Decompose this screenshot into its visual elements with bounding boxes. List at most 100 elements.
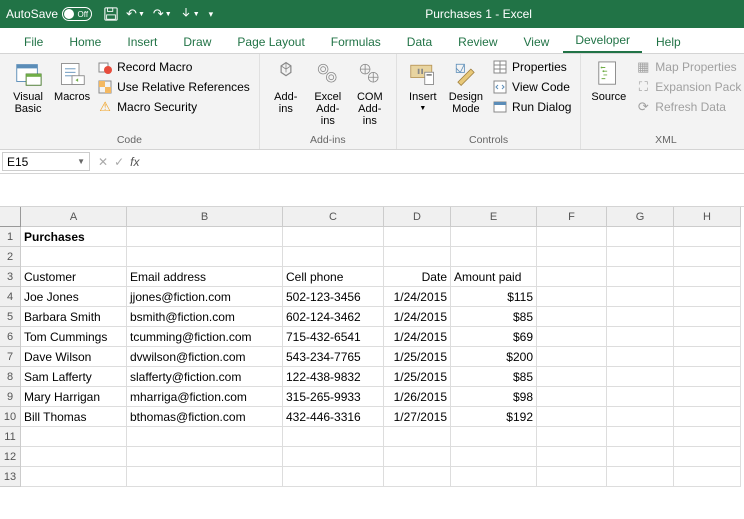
excel-addins-button[interactable]: Excel Add-ins <box>308 57 348 134</box>
cell-D8[interactable]: 1/25/2015 <box>384 367 451 387</box>
tab-draw[interactable]: Draw <box>171 30 223 53</box>
cell-G1[interactable] <box>607 227 674 247</box>
cell-A5[interactable]: Barbara Smith <box>21 307 127 327</box>
row-header-8[interactable]: 8 <box>0 367 21 387</box>
tab-data[interactable]: Data <box>395 30 444 53</box>
cell-E12[interactable] <box>451 447 537 467</box>
cell-E2[interactable] <box>451 247 537 267</box>
tab-developer[interactable]: Developer <box>563 28 642 53</box>
cell-B6[interactable]: tcumming@fiction.com <box>127 327 283 347</box>
map-properties-button[interactable]: ▦Map Properties <box>632 57 744 77</box>
cell-D9[interactable]: 1/26/2015 <box>384 387 451 407</box>
expansion-packs-button[interactable]: ⛶Expansion Pack <box>632 77 744 97</box>
cell-E4[interactable]: $115 <box>451 287 537 307</box>
cell-A8[interactable]: Sam Lafferty <box>21 367 127 387</box>
cell-F8[interactable] <box>537 367 607 387</box>
tab-page-layout[interactable]: Page Layout <box>225 30 316 53</box>
cell-H12[interactable] <box>674 447 741 467</box>
cell-C10[interactable]: 432-446-3316 <box>283 407 384 427</box>
qat-customize-icon[interactable]: ▾ <box>208 9 214 20</box>
cell-F6[interactable] <box>537 327 607 347</box>
row-header-6[interactable]: 6 <box>0 327 21 347</box>
cell-A7[interactable]: Dave Wilson <box>21 347 127 367</box>
col-header-F[interactable]: F <box>537 207 607 227</box>
save-icon[interactable] <box>104 7 118 21</box>
formula-input[interactable] <box>145 150 744 173</box>
cell-B11[interactable] <box>127 427 283 447</box>
col-header-D[interactable]: D <box>384 207 451 227</box>
cell-G10[interactable] <box>607 407 674 427</box>
cell-F12[interactable] <box>537 447 607 467</box>
cell-H4[interactable] <box>674 287 741 307</box>
cell-D11[interactable] <box>384 427 451 447</box>
cell-D12[interactable] <box>384 447 451 467</box>
cell-E5[interactable]: $85 <box>451 307 537 327</box>
fx-icon[interactable]: fx <box>130 155 139 169</box>
cell-D7[interactable]: 1/25/2015 <box>384 347 451 367</box>
cell-G5[interactable] <box>607 307 674 327</box>
row-header-2[interactable]: 2 <box>0 247 21 267</box>
row-header-10[interactable]: 10 <box>0 407 21 427</box>
cell-D10[interactable]: 1/27/2015 <box>384 407 451 427</box>
tab-view[interactable]: View <box>512 30 562 53</box>
cell-D6[interactable]: 1/24/2015 <box>384 327 451 347</box>
cell-G9[interactable] <box>607 387 674 407</box>
cell-H10[interactable] <box>674 407 741 427</box>
cell-H7[interactable] <box>674 347 741 367</box>
cell-B13[interactable] <box>127 467 283 487</box>
cell-G13[interactable] <box>607 467 674 487</box>
cell-C3[interactable]: Cell phone <box>283 267 384 287</box>
cell-B12[interactable] <box>127 447 283 467</box>
touch-mode-icon[interactable]: ▼ <box>180 7 200 21</box>
cell-A13[interactable] <box>21 467 127 487</box>
design-mode-button[interactable]: Design Mode <box>445 57 487 134</box>
cell-B8[interactable]: slafferty@fiction.com <box>127 367 283 387</box>
cell-F4[interactable] <box>537 287 607 307</box>
cell-A3[interactable]: Customer <box>21 267 127 287</box>
cell-H13[interactable] <box>674 467 741 487</box>
tab-review[interactable]: Review <box>446 30 509 53</box>
cell-A12[interactable] <box>21 447 127 467</box>
com-addins-button[interactable]: COM Add-ins <box>350 57 390 134</box>
properties-button[interactable]: Properties <box>489 57 574 77</box>
cell-C13[interactable] <box>283 467 384 487</box>
cell-A9[interactable]: Mary Harrigan <box>21 387 127 407</box>
cell-G7[interactable] <box>607 347 674 367</box>
row-header-13[interactable]: 13 <box>0 467 21 487</box>
cell-E1[interactable] <box>451 227 537 247</box>
cell-E6[interactable]: $69 <box>451 327 537 347</box>
cell-E13[interactable] <box>451 467 537 487</box>
cell-H8[interactable] <box>674 367 741 387</box>
cell-B1[interactable] <box>127 227 283 247</box>
row-header-3[interactable]: 3 <box>0 267 21 287</box>
cell-F11[interactable] <box>537 427 607 447</box>
cell-E8[interactable]: $85 <box>451 367 537 387</box>
cell-H1[interactable] <box>674 227 741 247</box>
cell-G12[interactable] <box>607 447 674 467</box>
cell-F10[interactable] <box>537 407 607 427</box>
cell-G11[interactable] <box>607 427 674 447</box>
cell-C9[interactable]: 315-265-9933 <box>283 387 384 407</box>
cell-F7[interactable] <box>537 347 607 367</box>
col-header-H[interactable]: H <box>674 207 741 227</box>
cell-A6[interactable]: Tom Cummings <box>21 327 127 347</box>
tab-formulas[interactable]: Formulas <box>319 30 393 53</box>
cell-G4[interactable] <box>607 287 674 307</box>
cell-E7[interactable]: $200 <box>451 347 537 367</box>
row-header-11[interactable]: 11 <box>0 427 21 447</box>
enter-icon[interactable]: ✓ <box>114 155 124 169</box>
run-dialog-button[interactable]: Run Dialog <box>489 97 574 117</box>
cell-E9[interactable]: $98 <box>451 387 537 407</box>
cell-F3[interactable] <box>537 267 607 287</box>
row-header-4[interactable]: 4 <box>0 287 21 307</box>
cell-C8[interactable]: 122-438-9832 <box>283 367 384 387</box>
row-header-12[interactable]: 12 <box>0 447 21 467</box>
cell-C12[interactable] <box>283 447 384 467</box>
cancel-icon[interactable]: ✕ <box>98 155 108 169</box>
tab-help[interactable]: Help <box>644 30 693 53</box>
cell-E3[interactable]: Amount paid <box>451 267 537 287</box>
cell-H11[interactable] <box>674 427 741 447</box>
cell-D2[interactable] <box>384 247 451 267</box>
row-header-5[interactable]: 5 <box>0 307 21 327</box>
row-header-1[interactable]: 1 <box>0 227 21 247</box>
